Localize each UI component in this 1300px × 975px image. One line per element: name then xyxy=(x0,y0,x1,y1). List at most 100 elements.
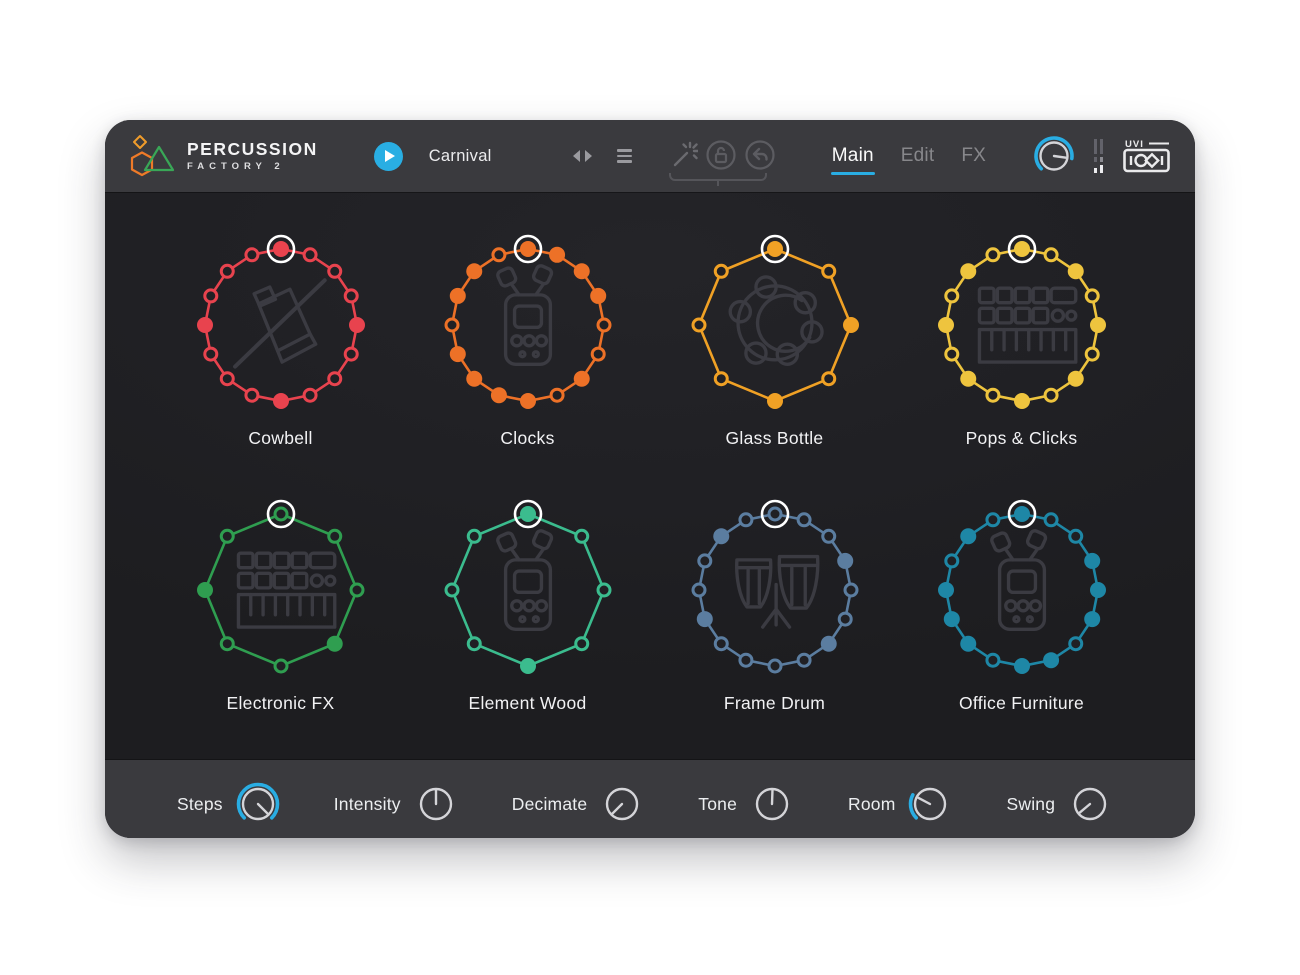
randomize-wand-icon[interactable] xyxy=(670,141,698,169)
step-node[interactable] xyxy=(596,582,611,598)
step-node[interactable] xyxy=(837,611,853,627)
step-node[interactable] xyxy=(466,636,482,652)
step-node[interactable] xyxy=(696,553,712,569)
pad-glass-bottle[interactable]: Glass Bottle xyxy=(651,230,898,495)
step-node[interactable] xyxy=(1067,370,1084,387)
step-node[interactable] xyxy=(490,387,507,404)
step-node[interactable] xyxy=(272,393,289,409)
step-node[interactable] xyxy=(548,246,565,263)
step-node[interactable] xyxy=(219,636,235,652)
step-node[interactable] xyxy=(836,552,853,569)
step-node[interactable] xyxy=(272,241,289,257)
step-node[interactable] xyxy=(589,287,606,304)
step-node[interactable] xyxy=(820,263,836,279)
step-node[interactable] xyxy=(820,528,836,544)
step-node[interactable] xyxy=(343,288,359,304)
step-node[interactable] xyxy=(326,263,342,279)
step-node[interactable] xyxy=(1083,611,1100,628)
step-node[interactable] xyxy=(326,635,343,652)
menu-icon[interactable] xyxy=(616,149,632,163)
step-node[interactable] xyxy=(573,528,589,544)
step-node[interactable] xyxy=(984,247,1000,263)
step-node[interactable] xyxy=(519,658,536,674)
step-node[interactable] xyxy=(549,387,565,403)
pad-element-wood[interactable]: Element Wood xyxy=(404,495,651,760)
pad-sequencer-ring[interactable] xyxy=(927,230,1117,420)
step-node[interactable] xyxy=(348,317,365,333)
step-node[interactable] xyxy=(1067,263,1084,280)
step-node[interactable] xyxy=(519,393,536,409)
step-node[interactable] xyxy=(1067,528,1083,544)
step-node[interactable] xyxy=(1084,288,1100,304)
step-node[interactable] xyxy=(302,387,318,403)
step-node[interactable] xyxy=(1083,552,1100,569)
step-node[interactable] xyxy=(243,387,259,403)
step-node[interactable] xyxy=(343,346,359,362)
step-node[interactable] xyxy=(959,528,976,545)
pad-frame-drum[interactable]: Frame Drum xyxy=(651,495,898,760)
step-node[interactable] xyxy=(843,582,858,598)
step-node[interactable] xyxy=(519,506,536,522)
tab-fx[interactable]: FX xyxy=(961,145,986,167)
step-node[interactable] xyxy=(573,370,590,387)
pad-sequencer-ring[interactable] xyxy=(680,230,870,420)
step-node[interactable] xyxy=(490,247,506,263)
step-node[interactable] xyxy=(465,370,482,387)
step-node[interactable] xyxy=(449,346,466,363)
step-node[interactable] xyxy=(984,512,1000,528)
step-node[interactable] xyxy=(302,247,318,263)
knob-swing[interactable] xyxy=(1066,780,1114,828)
step-node[interactable] xyxy=(1042,652,1059,669)
step-node[interactable] xyxy=(1043,247,1059,263)
step-node[interactable] xyxy=(202,346,218,362)
step-node[interactable] xyxy=(573,636,589,652)
step-node[interactable] xyxy=(196,317,213,333)
tab-main[interactable]: Main xyxy=(830,145,875,175)
step-node[interactable] xyxy=(590,346,606,362)
step-node[interactable] xyxy=(796,512,812,528)
step-node[interactable] xyxy=(713,371,729,387)
undo-icon[interactable] xyxy=(744,139,776,171)
master-volume-knob[interactable] xyxy=(1032,134,1076,178)
step-node[interactable] xyxy=(219,528,235,544)
step-node[interactable] xyxy=(1043,387,1059,403)
step-node[interactable] xyxy=(1013,393,1030,409)
step-node[interactable] xyxy=(713,636,729,652)
step-node[interactable] xyxy=(243,247,259,263)
step-node[interactable] xyxy=(449,287,466,304)
tab-edit[interactable]: Edit xyxy=(901,145,935,167)
pad-sequencer-ring[interactable] xyxy=(680,495,870,685)
step-node[interactable] xyxy=(466,528,482,544)
step-node[interactable] xyxy=(196,582,213,598)
step-node[interactable] xyxy=(713,263,729,279)
knob-decimate[interactable] xyxy=(598,780,646,828)
step-node[interactable] xyxy=(820,635,837,652)
step-node[interactable] xyxy=(519,241,536,257)
step-node[interactable] xyxy=(444,317,459,333)
step-node[interactable] xyxy=(273,506,288,522)
step-node[interactable] xyxy=(273,658,288,674)
step-node[interactable] xyxy=(712,528,729,545)
step-node[interactable] xyxy=(696,611,713,628)
step-node[interactable] xyxy=(219,263,235,279)
step-node[interactable] xyxy=(596,317,611,333)
step-node[interactable] xyxy=(842,317,859,333)
pad-sequencer-ring[interactable] xyxy=(927,495,1117,685)
pad-electronic-fx[interactable]: Electronic FX xyxy=(157,495,404,760)
step-node[interactable] xyxy=(796,652,812,668)
step-node[interactable] xyxy=(1067,636,1083,652)
step-node[interactable] xyxy=(737,512,753,528)
step-node[interactable] xyxy=(202,288,218,304)
knob-room[interactable] xyxy=(906,780,954,828)
master-knob-icon[interactable] xyxy=(1032,134,1076,178)
pad-sequencer-ring[interactable] xyxy=(433,495,623,685)
step-node[interactable] xyxy=(959,635,976,652)
pad-sequencer-ring[interactable] xyxy=(433,230,623,420)
step-node[interactable] xyxy=(691,582,706,598)
step-node[interactable] xyxy=(766,393,783,409)
step-node[interactable] xyxy=(943,346,959,362)
step-node[interactable] xyxy=(1013,241,1030,257)
step-node[interactable] xyxy=(1089,317,1106,333)
pad-pops-clicks[interactable]: Pops & Clicks xyxy=(898,230,1145,495)
step-node[interactable] xyxy=(326,371,342,387)
